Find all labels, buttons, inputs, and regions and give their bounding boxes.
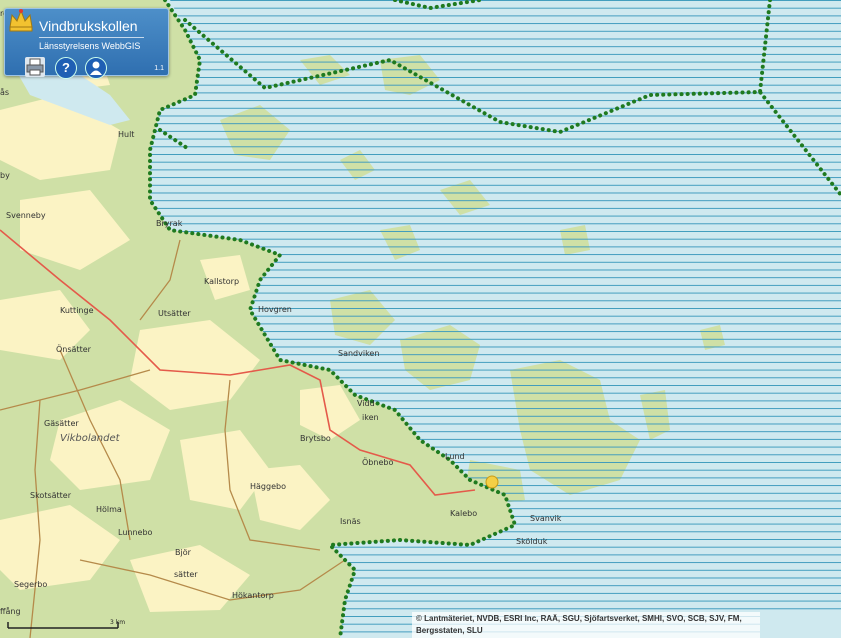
print-button[interactable]: [25, 57, 45, 77]
place-label: Önsätter: [56, 344, 92, 354]
place-label: Segerbo: [14, 580, 47, 589]
help-icon: ?: [62, 60, 70, 75]
place-label: Svenneby: [6, 211, 46, 220]
place-label: Vidd: [357, 399, 375, 408]
place-label: Skotsätter: [30, 491, 72, 500]
attribution: © Lantmäteriet, NVDB, ESRI Inc, RAÄ, SGU…: [412, 612, 760, 638]
place-label: iken: [362, 413, 379, 422]
place-label: Hult: [118, 130, 134, 139]
place-label: Häggebo: [250, 482, 286, 491]
version-label: 1.1: [154, 65, 164, 72]
app-header-panel: Vindbrukskollen Länsstyrelsens WebbGIS ?…: [4, 8, 169, 79]
place-label: Svanvik: [530, 514, 562, 523]
place-label: sätter: [174, 570, 198, 579]
place-label: Öbnebo: [362, 457, 393, 467]
place-label: Bryrak: [156, 219, 183, 228]
place-label: Kalebo: [450, 509, 477, 518]
place-label: Vikbolandet: [60, 433, 121, 444]
location-marker[interactable]: [485, 475, 499, 489]
scale-bar: 3 km: [7, 619, 125, 629]
place-label: Björ: [175, 548, 192, 557]
place-label: by: [0, 171, 10, 180]
place-label: Hökantorp: [232, 591, 274, 600]
place-label: Kallstorp: [204, 277, 239, 286]
place-label: ffång: [0, 606, 21, 616]
place-label: Gäsätter: [44, 419, 79, 428]
place-label: Utsätter: [158, 309, 191, 318]
place-label: Lund: [445, 452, 465, 461]
place-label: Kuttinge: [60, 306, 94, 315]
help-button[interactable]: ?: [55, 57, 77, 79]
place-label: Hölma: [96, 505, 122, 514]
place-label: Lunnebo: [118, 528, 153, 537]
place-label: Isnäs: [340, 517, 361, 526]
place-label: Sandviken: [338, 349, 379, 358]
place-label: ås: [0, 87, 9, 97]
printer-icon: [26, 58, 44, 76]
title-divider: [39, 37, 144, 38]
place-label: Brytsbo: [300, 434, 331, 443]
place-label: Hovgren: [258, 305, 292, 314]
map-canvas[interactable]: Hult Svenneby Bryrak Kallstorp Hovgren Kuttin…: [0, 0, 841, 638]
user-button[interactable]: [85, 57, 107, 79]
place-label: Skölduk: [516, 537, 548, 546]
scale-label: 3 km: [110, 619, 125, 626]
user-icon: [90, 61, 102, 75]
crown-logo-icon: [9, 9, 33, 32]
app-title: Vindbrukskollen: [39, 18, 138, 34]
app-subtitle: Länsstyrelsens WebbGIS: [39, 41, 141, 51]
